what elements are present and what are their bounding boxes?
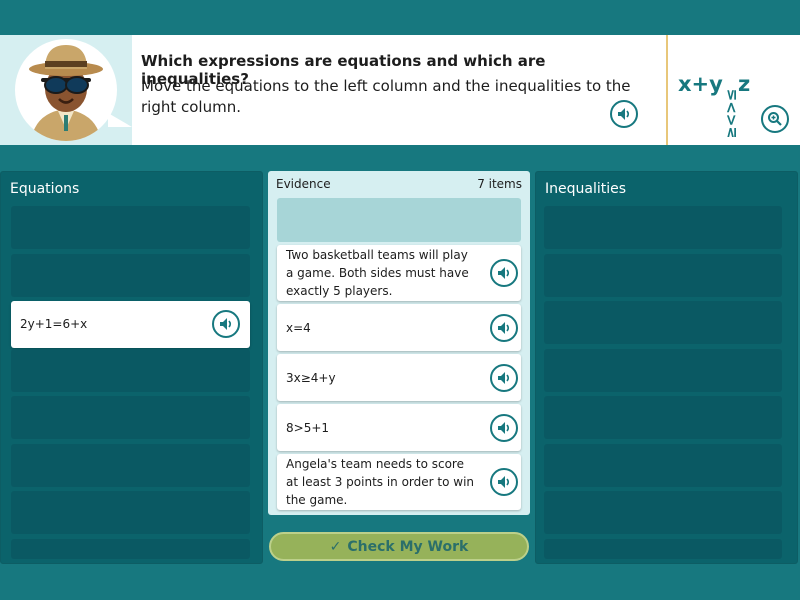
evidence-card[interactable]: 3x≥4+y <box>277 354 521 401</box>
evidence-drop-zone[interactable] <box>277 198 521 242</box>
speaker-icon <box>498 371 510 384</box>
speaker-icon <box>220 318 232 330</box>
speech-bubble-tail <box>108 113 132 127</box>
check-my-work-button[interactable]: ✓ Check My Work <box>269 532 529 561</box>
drop-slot[interactable] <box>544 253 782 297</box>
card-audio-button[interactable] <box>490 313 518 342</box>
read-aloud-button[interactable] <box>610 100 638 128</box>
evidence-item-count: 7 items <box>477 177 522 191</box>
drop-slot[interactable] <box>11 538 250 559</box>
drop-slot[interactable] <box>544 348 782 392</box>
card-text: Angela's team needs to score at least 3 … <box>286 457 475 507</box>
card-text: 2y+1=6+x <box>20 317 88 331</box>
evidence-card[interactable]: 8>5+1 <box>277 404 521 451</box>
drop-slot[interactable] <box>11 491 250 534</box>
card-audio-button[interactable] <box>490 363 518 392</box>
speaker-icon <box>498 321 510 334</box>
evidence-card[interactable]: x=4 <box>277 304 521 351</box>
header-divider <box>666 35 668 145</box>
card-audio-button[interactable] <box>212 310 240 338</box>
check-my-work-label: Check My Work <box>347 538 469 555</box>
evidence-card[interactable]: Angela's team needs to score at least 3 … <box>277 454 521 510</box>
drop-slot[interactable] <box>11 206 250 249</box>
speaker-icon <box>498 267 510 279</box>
evidence-panel[interactable]: Evidence 7 items Two basketball teams wi… <box>268 171 530 515</box>
drop-slot[interactable] <box>11 348 250 392</box>
drop-slot[interactable] <box>11 396 250 439</box>
instruction-header: Which expressions are equations and whic… <box>0 35 800 145</box>
card-text: x=4 <box>286 320 311 335</box>
placed-expression-card[interactable]: 2y+1=6+x <box>11 301 250 348</box>
card-text: 3x≥4+y <box>286 370 336 385</box>
equations-column-title: Equations <box>10 181 80 197</box>
question-instructions: Move the equations to the left column an… <box>141 77 631 116</box>
drop-slot[interactable] <box>544 538 782 559</box>
card-audio-button[interactable] <box>490 468 518 496</box>
card-audio-button[interactable] <box>490 259 518 287</box>
card-text: Two basketball teams will play a game. B… <box>286 248 469 298</box>
detective-avatar <box>15 39 117 141</box>
speaker-icon <box>618 108 630 120</box>
magnifier-plus-icon <box>768 112 782 126</box>
equations-column[interactable]: Equations 2y+1=6+x <box>0 171 263 564</box>
evidence-card[interactable]: Two basketball teams will play a game. B… <box>277 245 521 301</box>
drop-slot[interactable] <box>544 396 782 439</box>
svg-text:x+y: x+y <box>678 72 723 96</box>
speaker-icon <box>498 421 510 434</box>
avatar-panel <box>0 35 132 145</box>
inequalities-column[interactable]: Inequalities <box>535 171 798 564</box>
inequalities-column-title: Inequalities <box>545 181 627 197</box>
drop-slot[interactable] <box>544 443 782 487</box>
drop-slot[interactable] <box>544 491 782 534</box>
checkmark-icon: ✓ <box>329 538 342 555</box>
math-symbols-icon: x+y z ≥<>≤ <box>678 72 750 137</box>
card-audio-button[interactable] <box>490 413 518 442</box>
svg-text:≥<>≤: ≥<>≤ <box>722 89 740 137</box>
evidence-title: Evidence <box>276 177 331 191</box>
drop-slot[interactable] <box>11 253 250 297</box>
drop-slot[interactable] <box>11 443 250 487</box>
drop-slot[interactable] <box>544 301 782 344</box>
speaker-icon <box>498 476 510 488</box>
zoom-button[interactable] <box>761 105 789 133</box>
drop-slot[interactable] <box>544 206 782 249</box>
card-text: 8>5+1 <box>286 420 330 435</box>
